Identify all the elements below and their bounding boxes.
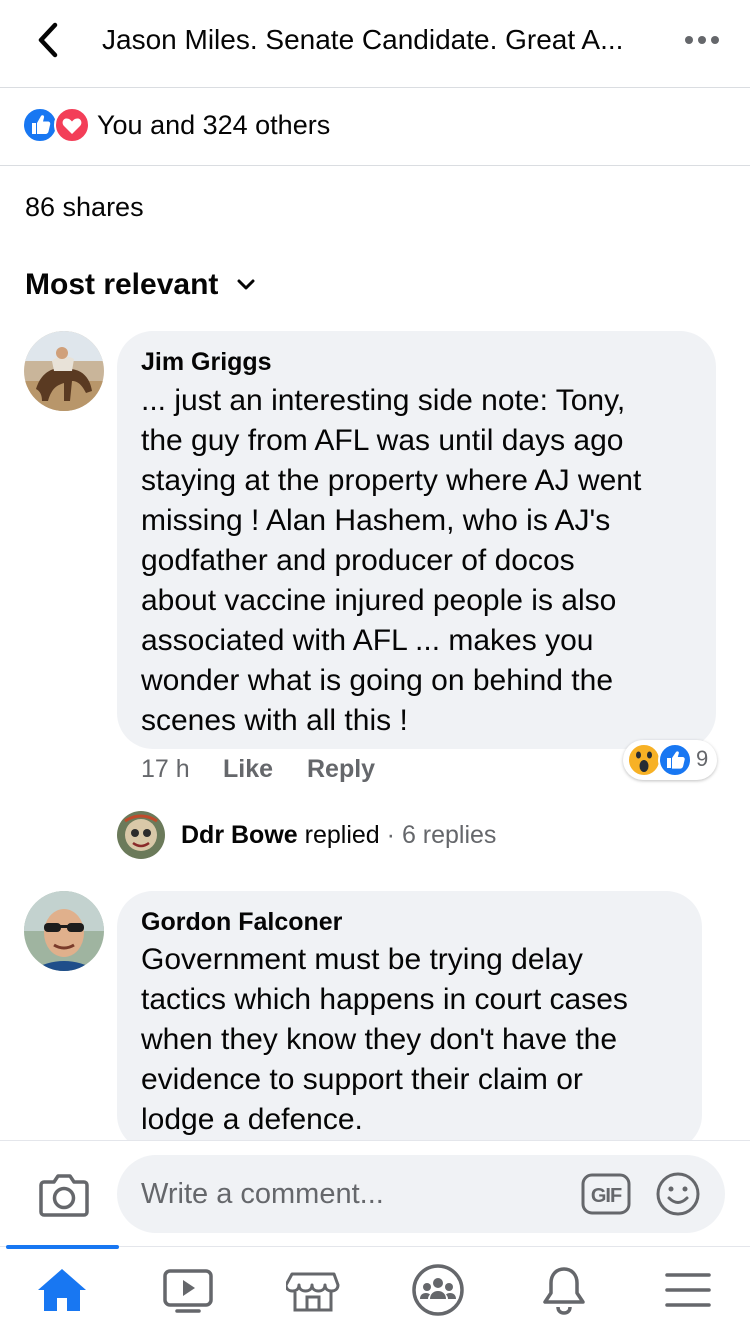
post-title[interactable]: Jason Miles. Senate Candidate. Great A..… [102, 22, 662, 58]
comment-line: godfather and producer of docos [141, 544, 575, 577]
like-reaction-icon [22, 107, 58, 143]
active-tab-indicator [6, 1245, 119, 1249]
chevron-down-icon [237, 279, 255, 290]
comment-author[interactable]: Jim Griggs [141, 346, 272, 378]
chevron-left-icon [38, 22, 58, 58]
comment-text: Government must be trying delay tactics … [141, 940, 628, 1140]
comment-line: staying at the property where AJ went [141, 464, 642, 497]
view-replies-link[interactable]: Ddr Bowe replied · 6 replies [181, 818, 496, 852]
camera-icon [39, 1174, 89, 1217]
camera-button[interactable] [38, 1170, 90, 1218]
reaction-count: 9 [696, 746, 709, 771]
menu-icon [665, 1273, 711, 1307]
replies-count: 6 replies [401, 821, 497, 849]
tab-groups[interactable] [408, 1264, 468, 1316]
comment-line: when they know they don't have the [141, 1023, 618, 1056]
gif-icon: GIF [581, 1173, 631, 1215]
emoji-icon [656, 1172, 700, 1216]
dot-separator: · [386, 821, 395, 849]
home-icon [38, 1269, 86, 1311]
comment-line: evidence to support their claim or [141, 1063, 583, 1096]
comment-line: missing ! Alan Hashem, who is AJ's [141, 504, 611, 537]
comment-line: Government must be trying delay [141, 943, 583, 976]
back-button[interactable] [26, 18, 70, 62]
avatar-ddr-bowe[interactable] [117, 811, 165, 859]
comment-line: lodge a defence. [141, 1103, 363, 1136]
comment-text: ... just an interesting side note: Tony,… [141, 381, 641, 741]
sort-label: Most relevant [25, 268, 219, 301]
bottom-tab-bar [0, 1246, 750, 1334]
comment-line: tactics which happens in court cases [141, 983, 628, 1016]
wow-reaction-icon [627, 743, 661, 777]
comment-author[interactable]: Gordon Falconer [141, 906, 342, 938]
comment-timestamp: 17 h [141, 755, 190, 783]
svg-text:GIF: GIF [591, 1185, 622, 1207]
reaction-icons [22, 107, 92, 143]
reply-author-name: Ddr Bowe [181, 821, 298, 849]
comment-line: the guy from AFL was until days ago [141, 424, 624, 457]
tab-marketplace[interactable] [283, 1264, 343, 1316]
replied-verb: replied [304, 821, 380, 849]
more-dots-icon [685, 36, 719, 44]
comment-line: about vaccine injured people is also [141, 584, 617, 617]
reply-button[interactable]: Reply [307, 752, 375, 786]
tab-video[interactable] [158, 1264, 218, 1316]
comment-line: associated with AFL ... makes you [141, 624, 594, 657]
comment-input[interactable] [117, 1155, 725, 1233]
video-icon [163, 1269, 213, 1313]
love-reaction-icon [54, 107, 90, 143]
tab-menu[interactable] [658, 1264, 718, 1316]
shares-count[interactable]: 86 shares [25, 190, 144, 224]
groups-icon [412, 1264, 464, 1316]
comment-line: scenes with all this ! [141, 704, 408, 737]
marketplace-icon [286, 1272, 340, 1312]
sort-dropdown[interactable]: Most relevant [25, 266, 256, 304]
tab-notifications[interactable] [534, 1264, 594, 1316]
like-reaction-icon [658, 743, 692, 777]
avatar-jim-griggs[interactable] [24, 331, 104, 411]
bell-icon [543, 1267, 585, 1315]
like-button[interactable]: Like [223, 752, 273, 786]
comment-line: wonder what is going on behind the [141, 664, 614, 697]
reactions-summary-text[interactable]: You and 324 others [97, 108, 330, 142]
comment-line: ... just an interesting side note: Tony, [141, 384, 626, 417]
gif-button[interactable]: GIF [581, 1173, 631, 1215]
top-bar: Jason Miles. Senate Candidate. Great A..… [0, 0, 750, 88]
more-button[interactable] [680, 24, 724, 56]
emoji-button[interactable] [655, 1171, 701, 1217]
tab-home[interactable] [32, 1264, 92, 1316]
avatar-gordon-falconer[interactable] [24, 891, 104, 971]
